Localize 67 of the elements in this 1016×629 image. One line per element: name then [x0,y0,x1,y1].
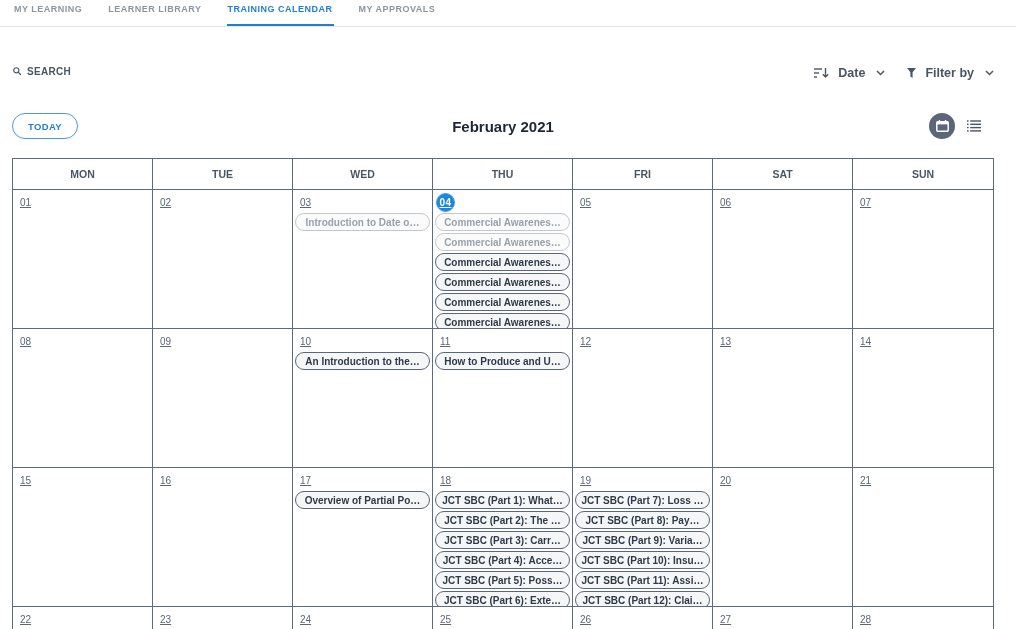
month-title: February 2021 [452,117,554,135]
sort-dropdown[interactable]: Date [814,66,886,80]
weekday-header: SUN [911,168,935,180]
weekday-header: MON [70,168,95,180]
list-icon [967,120,981,132]
weekday-header: WED [350,168,375,180]
event-pill[interactable]: JCT SBC (Part 8): Pay… [575,511,710,529]
day-link[interactable]: 28 [860,613,872,626]
day-link[interactable]: 04 [436,193,455,212]
day-link[interactable]: 27 [720,613,732,626]
filter-icon [907,68,917,78]
weekday-header: SAT [772,168,793,180]
event-pill[interactable]: JCT SBC (Part 9): Varia… [575,531,710,549]
weekday-header: TUE [212,168,233,180]
day-link[interactable]: 18 [440,474,452,487]
event-pill[interactable]: JCT SBC (Part 5): Poss… [435,571,570,589]
day-link[interactable]: 06 [720,196,732,209]
event-pill[interactable]: JCT SBC (Part 11): Assi… [575,571,710,589]
calendar-icon [935,120,949,132]
event-pill[interactable]: Commercial Awarenes… [435,253,570,271]
event-pill[interactable]: An Introduction to the… [295,352,430,370]
day-link[interactable]: 23 [160,613,172,626]
day-link[interactable]: 14 [860,335,872,348]
day-link[interactable]: 11 [440,335,451,348]
day-link[interactable]: 12 [580,335,592,348]
day-link[interactable]: 09 [160,335,172,348]
day-link[interactable]: 10 [300,335,312,348]
event-pill[interactable]: JCT SBC (Part 6): Exte… [435,591,570,606]
event-pill[interactable]: JCT SBC (Part 4): Acce… [435,551,570,569]
day-link[interactable]: 16 [160,474,172,487]
sort-icon [814,68,830,78]
event-pill[interactable]: JCT SBC (Part 12): Clai… [575,591,710,606]
day-link[interactable]: 01 [20,196,32,209]
chevron-down-icon [985,70,994,76]
calendar-view-button[interactable] [929,113,955,139]
chevron-down-icon [876,70,886,76]
event-pill[interactable]: JCT SBC (Part 3): Carr… [435,531,570,549]
event-pill[interactable]: Commercial Awarenes… [435,293,570,311]
weekday-header: THU [491,168,514,180]
day-link[interactable]: 19 [580,474,592,487]
filter-dropdown[interactable]: Filter by [907,66,994,80]
event-pill[interactable]: Overview of Partial Po… [295,491,430,509]
search-icon [13,67,21,75]
day-link[interactable]: 22 [20,613,32,626]
event-pill[interactable]: Commercial Awarenes… [435,313,570,328]
event-pill[interactable]: JCT SBC (Part 10): Insu… [575,551,710,569]
day-link[interactable]: 08 [20,335,32,348]
day-link[interactable]: 26 [580,613,592,626]
weekday-header: FRI [634,168,651,180]
day-link[interactable]: 13 [720,335,732,348]
day-link[interactable]: 02 [160,196,172,209]
day-link[interactable]: 03 [300,196,312,209]
day-link[interactable]: 24 [300,613,312,626]
day-link[interactable]: 21 [860,474,872,487]
day-link[interactable]: 07 [860,196,872,209]
event-pill[interactable]: JCT SBC (Part 7): Loss … [575,491,710,509]
nav-tab[interactable]: TRAINING CALENDAR [226,0,334,26]
event-pill[interactable]: How to Produce and U… [435,352,570,370]
day-link[interactable]: 20 [720,474,732,487]
search-button[interactable]: SEARCH [12,65,72,77]
day-link[interactable]: 25 [440,613,452,626]
event-pill[interactable]: JCT SBC (Part 1): What… [435,491,570,509]
day-link[interactable]: 15 [20,474,32,487]
event-pill[interactable]: JCT SBC (Part 2): The … [435,511,570,529]
event-pill[interactable]: Commercial Awarenes… [435,273,570,291]
day-link[interactable]: 05 [580,196,592,209]
day-link[interactable]: 17 [300,474,312,487]
